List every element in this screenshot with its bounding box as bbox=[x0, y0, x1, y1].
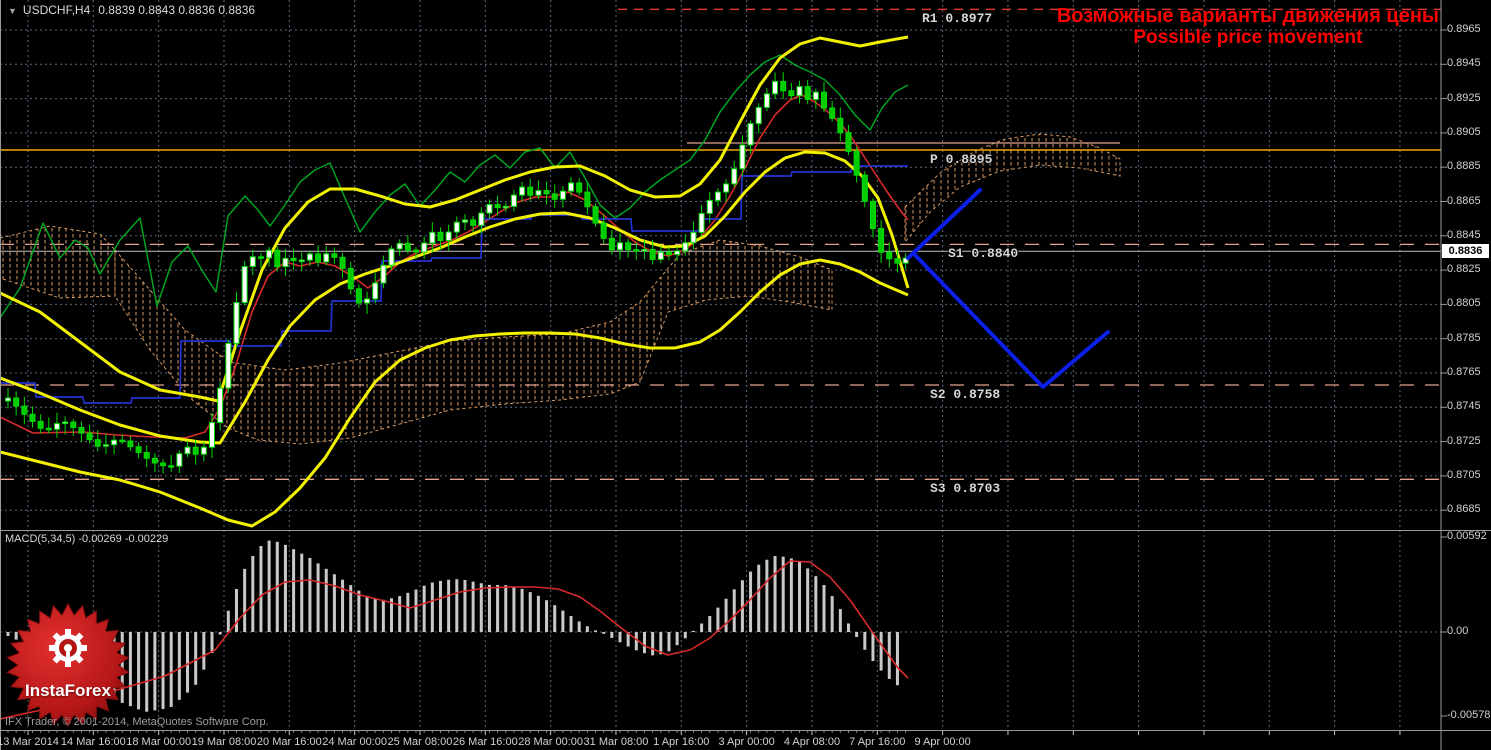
instaforex-logo-text: InstaForex bbox=[25, 681, 111, 700]
chart-canvas[interactable] bbox=[0, 0, 1491, 750]
ohlc-quote-label: 0.8839 0.8843 0.8836 0.8836 bbox=[98, 3, 256, 17]
symbol-dropdown-icon[interactable]: ▼ bbox=[8, 6, 17, 16]
last-price-box: 0.8836 bbox=[1442, 244, 1489, 258]
price-axis-label: 0.8945 bbox=[1447, 57, 1481, 70]
pivot-level-label: S1 0.8840 bbox=[948, 246, 1019, 262]
pivot-level-label: S3 0.8703 bbox=[930, 481, 1001, 497]
price-axis-label: 0.8725 bbox=[1447, 434, 1481, 447]
time-axis-label: 19 Mar 08:00 bbox=[191, 736, 257, 748]
time-axis-label: 25 Mar 08:00 bbox=[387, 736, 453, 748]
time-axis-label: 1 Apr 16:00 bbox=[653, 736, 710, 748]
price-axis-label: 0.8905 bbox=[1447, 125, 1481, 138]
price-axis-label: 0.8765 bbox=[1447, 366, 1481, 378]
price-axis-label: 0.8845 bbox=[1447, 228, 1481, 241]
chart-title[interactable]: ▼ USDCHF,H4 0.8839 0.8843 0.8836 0.8836 bbox=[8, 3, 255, 17]
time-axis-label: 26 Mar 16:00 bbox=[452, 736, 518, 748]
macd-axis-label: -0.00578 bbox=[1447, 709, 1491, 721]
time-axis-label: 31 Mar 08:00 bbox=[583, 736, 649, 748]
price-axis-label: 0.8705 bbox=[1447, 468, 1481, 481]
macd-axis-label: 0.00 bbox=[1447, 625, 1469, 637]
time-axis-label: 9 Apr 00:00 bbox=[914, 736, 971, 748]
instaforex-gear-icon bbox=[49, 629, 87, 667]
time-axis-label: 24 Mar 00:00 bbox=[322, 736, 388, 748]
analyst-annotation: Возможные варианты движения цены Possibl… bbox=[1057, 5, 1439, 48]
price-axis-label: 0.8865 bbox=[1447, 194, 1481, 207]
time-axis-label: 13 Mar 2014 bbox=[0, 736, 59, 748]
pivot-level-label: R1 0.8977 bbox=[922, 11, 993, 27]
time-axis-label: 3 Apr 00:00 bbox=[718, 736, 775, 748]
price-axis-label: 0.8685 bbox=[1447, 503, 1481, 516]
price-axis-label: 0.8745 bbox=[1447, 400, 1481, 413]
time-axis-label: 7 Apr 16:00 bbox=[849, 736, 906, 748]
time-axis-label: 20 Mar 16:00 bbox=[256, 736, 322, 748]
symbol-timeframe-label: USDCHF,H4 bbox=[22, 3, 91, 17]
copyright-label: IFX Trader, © 2001-2014, MetaQuotes Soft… bbox=[5, 716, 269, 728]
mt4-chart-window: ▼ USDCHF,H4 0.8839 0.8843 0.8836 0.8836 Во… bbox=[0, 0, 1491, 750]
price-axis-label: 0.8785 bbox=[1447, 331, 1481, 344]
time-axis-label: 18 Mar 00:00 bbox=[126, 736, 192, 748]
annotation-english: Possible price movement bbox=[1133, 27, 1363, 48]
time-axis-label: 4 Apr 08:00 bbox=[783, 736, 841, 748]
time-axis-label: 14 Mar 16:00 bbox=[60, 736, 126, 748]
pivot-level-label: P 0.8895 bbox=[930, 152, 993, 168]
macd-axis-label: 0.00592 bbox=[1447, 530, 1487, 542]
pivot-level-label: S2 0.8758 bbox=[930, 387, 1001, 402]
price-axis-label: 0.8925 bbox=[1447, 91, 1481, 104]
macd-indicator-label: MACD(5,34,5) -0.00269 -0.00229 bbox=[5, 533, 169, 545]
price-axis-label: 0.8825 bbox=[1447, 263, 1481, 276]
annotation-russian: Возможные варианты движения цены bbox=[1056, 5, 1439, 27]
price-axis-label: 0.8885 bbox=[1447, 160, 1481, 173]
price-axis-label: 0.8805 bbox=[1447, 297, 1481, 310]
time-axis-label: 28 Mar 00:00 bbox=[518, 736, 584, 748]
price-axis-label: 0.8965 bbox=[1447, 23, 1481, 35]
